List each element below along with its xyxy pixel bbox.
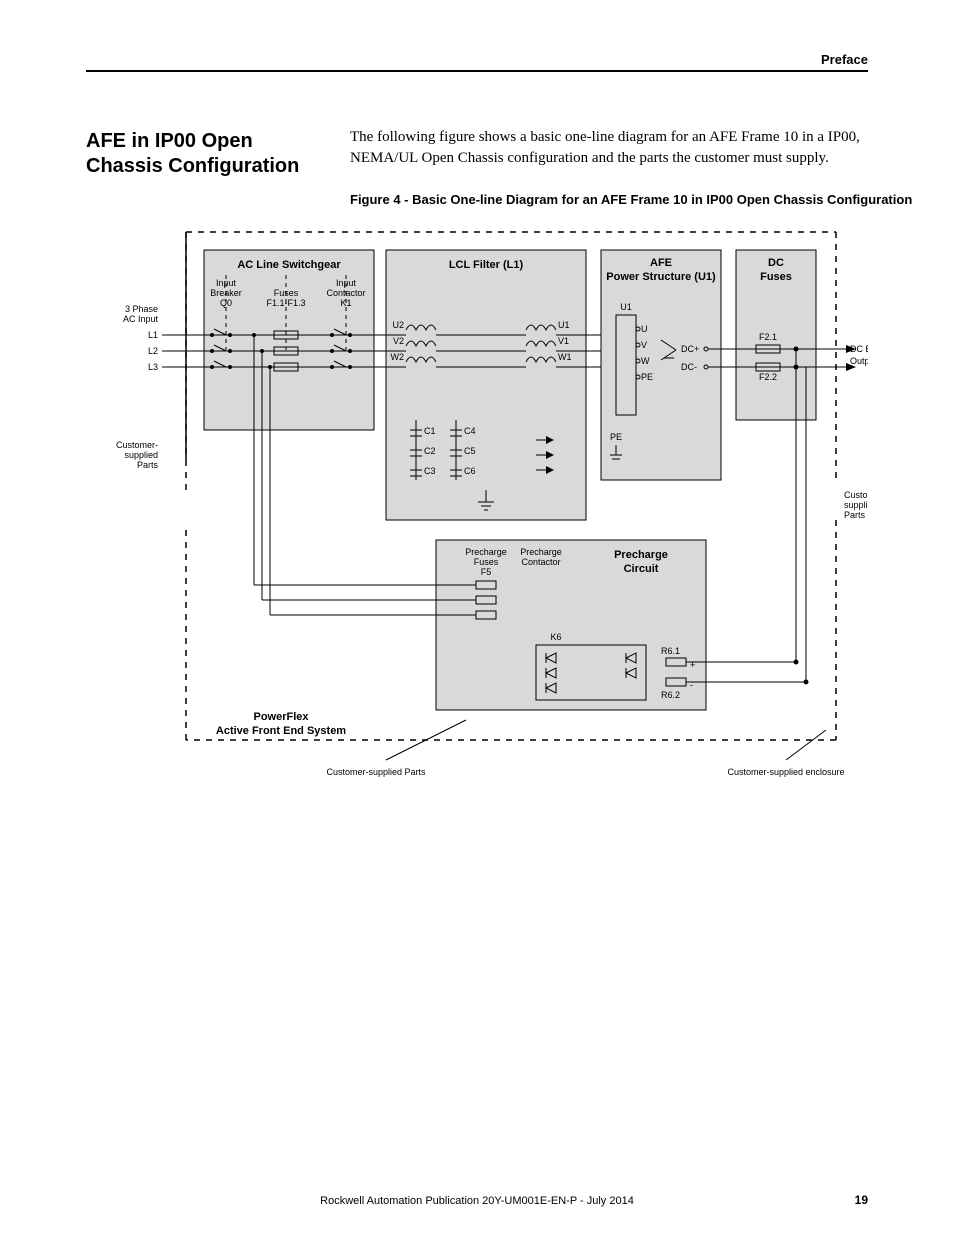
svg-text:W: W (641, 356, 650, 366)
svg-text:L1: L1 (148, 330, 158, 340)
svg-text:W2: W2 (391, 352, 405, 362)
svg-text:C6: C6 (464, 466, 476, 476)
page-number: 19 (855, 1193, 868, 1207)
svg-text:Active Front End System: Active Front End System (216, 725, 346, 737)
svg-text:W1: W1 (558, 352, 572, 362)
svg-text:PE: PE (610, 432, 622, 442)
svg-text:Circuit: Circuit (624, 563, 659, 575)
svg-text:F5: F5 (481, 567, 492, 577)
header-rule (86, 70, 868, 72)
svg-text:F2.2: F2.2 (759, 372, 777, 382)
label-switchgear: AC Line Switchgear (237, 259, 341, 271)
header-section: Preface (821, 52, 868, 67)
svg-text:Fuses: Fuses (274, 288, 299, 298)
svg-text:Precharge: Precharge (520, 547, 562, 557)
svg-text:Input: Input (216, 278, 237, 288)
svg-text:supplied: supplied (124, 450, 158, 460)
svg-text:Breaker: Breaker (210, 288, 242, 298)
svg-text:Contactor: Contactor (521, 557, 560, 567)
svg-text:Customer-: Customer- (844, 490, 868, 500)
svg-text:F2.1: F2.1 (759, 332, 777, 342)
svg-text:V: V (641, 340, 647, 350)
svg-text:U1: U1 (558, 320, 570, 330)
label-dcfuses: DC (768, 257, 784, 269)
svg-text:L3: L3 (148, 362, 158, 372)
svg-text:U1: U1 (620, 302, 632, 312)
svg-text:C4: C4 (464, 426, 476, 436)
svg-text:C3: C3 (424, 466, 436, 476)
svg-text:Precharge: Precharge (465, 547, 507, 557)
intro-paragraph: The following figure shows a basic one-l… (350, 127, 868, 169)
svg-text:supplied: supplied (844, 500, 868, 510)
svg-text:F1.1-F1.3: F1.1-F1.3 (266, 298, 305, 308)
publication-footer: Rockwell Automation Publication 20Y-UM00… (0, 1195, 954, 1207)
callout-cse: Customer-supplied enclosure (727, 767, 844, 777)
svg-text:Input: Input (336, 278, 357, 288)
svg-text:3 Phase: 3 Phase (125, 304, 158, 314)
svg-text:Parts: Parts (844, 510, 866, 520)
svg-text:V2: V2 (393, 336, 404, 346)
svg-text:Customer-: Customer- (116, 440, 158, 450)
svg-text:C5: C5 (464, 446, 476, 456)
svg-text:R6.1: R6.1 (661, 646, 680, 656)
svg-text:PE: PE (641, 372, 653, 382)
svg-text:AC Input: AC Input (123, 314, 159, 324)
figure-caption: Figure 4 - Basic One-line Diagram for an… (350, 192, 912, 207)
svg-text:Parts: Parts (137, 460, 159, 470)
callout-csp: Customer-supplied Parts (326, 767, 426, 777)
svg-text:V1: V1 (558, 336, 569, 346)
one-line-diagram: AC Line Switchgear Input Breaker Q0 Fuse… (86, 220, 868, 820)
svg-text:K6: K6 (550, 632, 561, 642)
svg-text:Fuses: Fuses (474, 557, 499, 567)
svg-text:Q0: Q0 (220, 298, 232, 308)
label-precharge: Precharge (614, 549, 668, 561)
label-lcl: LCL Filter (L1) (449, 259, 524, 271)
label-afe: AFE (650, 257, 672, 269)
svg-text:C1: C1 (424, 426, 436, 436)
svg-text:Power Structure (U1): Power Structure (U1) (606, 271, 716, 283)
section-title: AFE in IP00 Open Chassis Configuration (86, 129, 326, 179)
label-powerflex: PowerFlex (253, 711, 309, 723)
svg-text:Fuses: Fuses (760, 271, 792, 283)
svg-text:R6.2: R6.2 (661, 690, 680, 700)
svg-text:Contactor: Contactor (326, 288, 365, 298)
svg-text:C2: C2 (424, 446, 436, 456)
svg-text:U2: U2 (392, 320, 404, 330)
svg-text:U: U (641, 324, 648, 334)
svg-text:DC-: DC- (681, 362, 697, 372)
svg-text:K1: K1 (340, 298, 351, 308)
svg-text:L2: L2 (148, 346, 158, 356)
svg-text:Output: Output (850, 356, 868, 366)
svg-text:DC+: DC+ (681, 344, 699, 354)
